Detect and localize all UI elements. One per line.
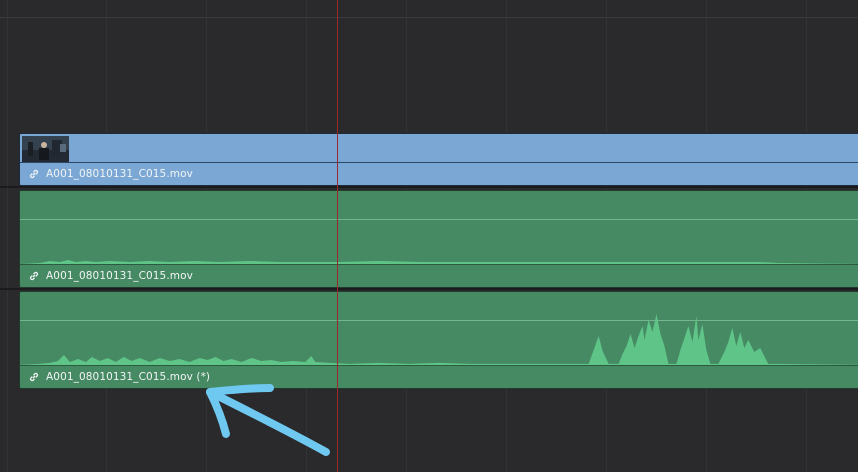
clip-label: A001_08010131_C015.mov	[20, 265, 858, 287]
clip-label: A001_08010131_C015.mov	[20, 163, 858, 185]
audio-clip-2[interactable]: A001_08010131_C015.mov (*)	[19, 291, 858, 389]
audio-waveform-1	[20, 259, 858, 265]
audio-waveform-2	[20, 314, 858, 366]
clip-thumbnail	[22, 136, 69, 162]
timeline-ruler-edge	[0, 17, 858, 18]
link-icon	[29, 169, 39, 179]
track-separator	[0, 186, 858, 188]
video-clip[interactable]: A001_08010131_C015.mov	[19, 133, 858, 186]
audio-clip-1-name: A001_08010131_C015.mov	[46, 270, 193, 282]
link-icon	[29, 372, 39, 382]
clip-label: A001_08010131_C015.mov (*)	[20, 366, 858, 388]
track-separator	[0, 288, 858, 290]
audio-clip-1[interactable]: A001_08010131_C015.mov	[19, 190, 858, 288]
timeline-area[interactable]: A001_08010131_C015.mov A001_08010131_C01…	[0, 0, 858, 472]
playhead[interactable]	[337, 0, 338, 472]
link-icon	[29, 271, 39, 281]
grid-line	[7, 0, 8, 472]
video-clip-name: A001_08010131_C015.mov	[46, 168, 193, 180]
audio-clip-2-name: A001_08010131_C015.mov (*)	[46, 371, 211, 383]
